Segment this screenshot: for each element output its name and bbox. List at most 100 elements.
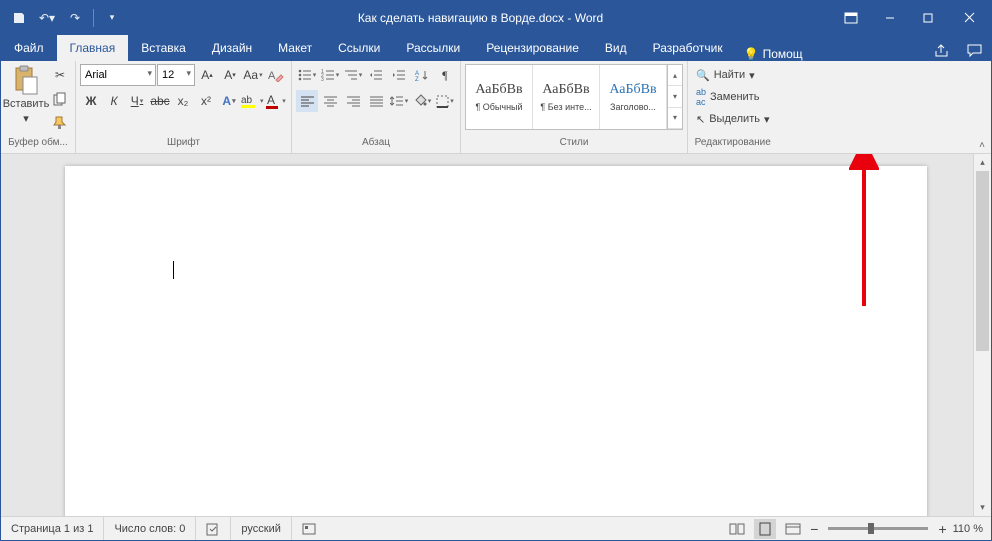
align-center-button[interactable] xyxy=(319,90,341,112)
sort-icon: AZ xyxy=(415,69,429,82)
lightbulb-icon: 💡 xyxy=(744,47,759,61)
copy-button[interactable] xyxy=(49,88,71,110)
save-icon[interactable] xyxy=(7,6,31,30)
line-spacing-button[interactable]: ▾ xyxy=(388,90,410,112)
styles-more[interactable]: ▴ ▾ ▾ xyxy=(667,65,682,129)
scroll-track[interactable] xyxy=(974,171,991,499)
view-print-layout[interactable] xyxy=(754,519,776,539)
view-web-layout[interactable] xyxy=(782,519,804,539)
underline-button[interactable]: Ч▾ xyxy=(126,90,148,112)
change-case-button[interactable]: Aa▾ xyxy=(242,64,264,86)
align-right-icon xyxy=(347,96,360,107)
format-painter-button[interactable] xyxy=(49,112,71,134)
page[interactable] xyxy=(65,166,927,516)
tab-mailings[interactable]: Рассылки xyxy=(393,35,473,61)
proofing-icon xyxy=(206,522,220,536)
status-proofing[interactable] xyxy=(196,517,231,540)
status-language[interactable]: русский xyxy=(231,517,291,540)
justify-icon xyxy=(370,96,383,107)
increase-indent-button[interactable] xyxy=(388,64,410,86)
svg-text:A: A xyxy=(267,93,275,107)
scroll-up-icon[interactable]: ▴ xyxy=(974,154,991,171)
align-right-button[interactable] xyxy=(342,90,364,112)
scroll-thumb[interactable] xyxy=(976,171,989,351)
group-clipboard: Вставить ▾ ✂ Буфер обм... xyxy=(1,61,76,153)
redo-icon[interactable]: ↷ xyxy=(63,6,87,30)
numbering-button[interactable]: 123▾ xyxy=(319,64,341,86)
share-button[interactable] xyxy=(927,44,959,61)
font-size-combo[interactable]: 12 xyxy=(157,64,195,86)
zoom-in-button[interactable]: + xyxy=(938,521,946,537)
svg-text:ab: ab xyxy=(241,95,253,106)
chevron-down-icon: ▾ xyxy=(23,112,29,125)
tab-references[interactable]: Ссылки xyxy=(325,35,393,61)
close-button[interactable] xyxy=(947,1,991,34)
minimize-button[interactable] xyxy=(871,1,909,34)
bold-button[interactable]: Ж xyxy=(80,90,102,112)
view-read-mode[interactable] xyxy=(726,519,748,539)
strikethrough-button[interactable]: abc xyxy=(149,90,171,112)
indent-icon xyxy=(392,69,406,81)
style-normal[interactable]: АаБбВв ¶ Обычный xyxy=(466,65,533,129)
highlight-button[interactable]: ab▾ xyxy=(241,90,264,112)
bullets-button[interactable]: ▾ xyxy=(296,64,318,86)
paste-button[interactable]: Вставить ▾ xyxy=(5,64,47,125)
undo-icon[interactable]: ↶▾ xyxy=(35,6,59,30)
tab-developer[interactable]: Разработчик xyxy=(640,35,736,61)
text-cursor xyxy=(173,261,174,279)
align-left-button[interactable] xyxy=(296,90,318,112)
status-page[interactable]: Страница 1 из 1 xyxy=(1,517,104,540)
ribbon-display-options-icon[interactable] xyxy=(831,1,871,34)
maximize-button[interactable] xyxy=(909,1,947,34)
cut-button[interactable]: ✂ xyxy=(49,64,71,86)
document-title: Как сделать навигацию в Ворде.docx - Wor… xyxy=(130,11,831,25)
subscript-button[interactable]: x₂ xyxy=(172,90,194,112)
style-no-spacing[interactable]: АаБбВв ¶ Без инте... xyxy=(533,65,600,129)
tab-file[interactable]: Файл xyxy=(1,35,57,61)
tab-insert[interactable]: Вставка xyxy=(128,35,199,61)
superscript-button[interactable]: x² xyxy=(195,90,217,112)
tab-design[interactable]: Дизайн xyxy=(199,35,265,61)
scissors-icon: ✂ xyxy=(55,68,65,82)
shrink-font-button[interactable]: A▾ xyxy=(219,64,241,86)
zoom-slider[interactable] xyxy=(828,527,928,530)
highlighter-icon: ab xyxy=(241,93,259,109)
numbering-icon: 123 xyxy=(321,69,335,81)
sort-button[interactable]: AZ xyxy=(411,64,433,86)
grow-font-button[interactable]: A▴ xyxy=(196,64,218,86)
tab-view[interactable]: Вид xyxy=(592,35,640,61)
multilevel-icon xyxy=(344,69,358,81)
tab-home[interactable]: Главная xyxy=(57,35,129,61)
clear-formatting-button[interactable]: A xyxy=(265,64,287,86)
collapse-ribbon-button[interactable]: ˄ xyxy=(979,140,985,151)
font-name-combo[interactable]: Arial xyxy=(80,64,156,86)
vertical-scrollbar[interactable]: ▴ ▾ xyxy=(973,154,991,516)
status-macros[interactable] xyxy=(292,517,326,540)
styles-gallery: АаБбВв ¶ Обычный АаБбВв ¶ Без инте... Аа… xyxy=(465,64,683,130)
scroll-down-icon[interactable]: ▾ xyxy=(974,499,991,516)
tab-layout[interactable]: Макет xyxy=(265,35,325,61)
style-heading1[interactable]: АаБбВв Заголово... xyxy=(600,65,667,129)
font-color-icon: A xyxy=(265,93,281,109)
multilevel-list-button[interactable]: ▾ xyxy=(342,64,364,86)
borders-button[interactable]: ▾ xyxy=(434,90,456,112)
select-button[interactable]: ↖ Выделить ▾ xyxy=(692,108,774,130)
font-color-button[interactable]: A▾ xyxy=(265,90,287,112)
zoom-out-button[interactable]: − xyxy=(810,521,818,537)
shading-button[interactable]: ▾ xyxy=(411,90,433,112)
replace-button[interactable]: abac Заменить xyxy=(692,86,763,108)
status-word-count[interactable]: Число слов: 0 xyxy=(104,517,196,540)
italic-button[interactable]: К xyxy=(103,90,125,112)
ribbon: Вставить ▾ ✂ Буфер обм... Ar xyxy=(1,61,991,154)
comments-button[interactable] xyxy=(959,44,991,61)
qat-customize-icon[interactable]: ▾ xyxy=(100,6,124,30)
zoom-level[interactable]: 110 % xyxy=(953,523,983,535)
tell-me-search[interactable]: 💡 Помощ xyxy=(736,47,811,61)
tab-review[interactable]: Рецензирование xyxy=(473,35,592,61)
find-button[interactable]: 🔍 Найти ▾ xyxy=(692,64,759,86)
search-icon: 🔍 xyxy=(696,69,710,82)
decrease-indent-button[interactable] xyxy=(365,64,387,86)
text-effects-button[interactable]: A▾ xyxy=(218,90,240,112)
show-marks-button[interactable]: ¶ xyxy=(434,64,456,86)
justify-button[interactable] xyxy=(365,90,387,112)
